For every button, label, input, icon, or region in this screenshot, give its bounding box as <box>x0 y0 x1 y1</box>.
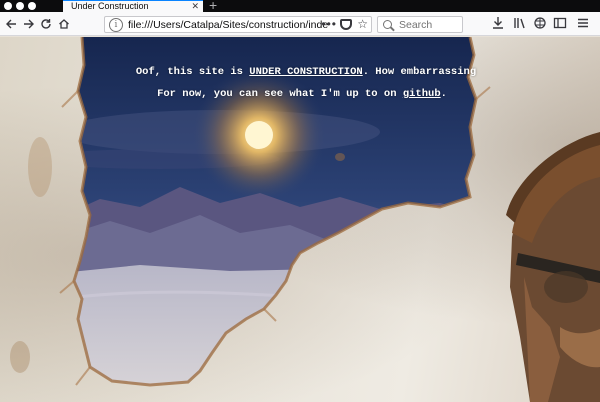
menu-icon[interactable] <box>576 16 590 32</box>
url-text[interactable]: file:///Users/Catalpa/Sites/construction… <box>128 19 328 31</box>
message-line-1-suffix: . How embarrassing <box>362 66 477 78</box>
forward-icon[interactable] <box>21 16 37 32</box>
library-icon[interactable] <box>513 16 527 32</box>
github-link[interactable]: github <box>403 88 441 100</box>
pocket-icon[interactable] <box>340 19 352 30</box>
page-actions-icon[interactable]: ••• <box>321 17 337 32</box>
search-placeholder[interactable]: Search <box>399 19 432 31</box>
tab-under-construction[interactable]: Under Construction ✕ <box>63 0 203 12</box>
message-line-1-prefix: Oof, this site is <box>135 66 250 78</box>
search-bar[interactable]: Search <box>377 16 463 33</box>
message-line-2-suffix: . <box>440 88 447 100</box>
page-viewport: Oof, this site is UNDER CONSTRUCTION. Ho… <box>0 37 600 402</box>
construction-message: Oof, this site is UNDER CONSTRUCTION. Ho… <box>0 61 600 105</box>
download-icon[interactable] <box>492 16 504 32</box>
tab-title: Under Construction <box>71 1 149 11</box>
tab-close-icon[interactable]: ✕ <box>191 1 199 12</box>
back-icon[interactable] <box>3 16 19 32</box>
reload-icon[interactable] <box>38 16 54 32</box>
message-line-2: For now, you can see what I'm up to on g… <box>0 83 600 105</box>
tab-strip: Under Construction ✕ + <box>0 0 600 12</box>
window-controls <box>4 2 36 10</box>
message-line-2-prefix: For now, you can see what I'm up to on <box>157 88 403 100</box>
new-tab-button[interactable]: + <box>209 0 217 12</box>
reader-icon[interactable] <box>533 16 547 32</box>
minimize-window-button[interactable] <box>16 2 24 10</box>
close-window-button[interactable] <box>4 2 12 10</box>
navigation-toolbar: i file:///Users/Catalpa/Sites/constructi… <box>0 12 600 36</box>
home-icon[interactable] <box>56 16 72 32</box>
bookmark-star-icon[interactable]: ☆ <box>357 17 368 32</box>
url-bar[interactable]: i file:///Users/Catalpa/Sites/constructi… <box>104 16 372 33</box>
search-icon <box>383 20 392 29</box>
page-info-icon[interactable]: i <box>109 17 123 32</box>
sidebar-icon[interactable] <box>553 16 567 32</box>
message-line-1: Oof, this site is UNDER CONSTRUCTION. Ho… <box>0 61 600 83</box>
maximize-window-button[interactable] <box>28 2 36 10</box>
under-construction-link[interactable]: UNDER CONSTRUCTION <box>249 66 362 78</box>
